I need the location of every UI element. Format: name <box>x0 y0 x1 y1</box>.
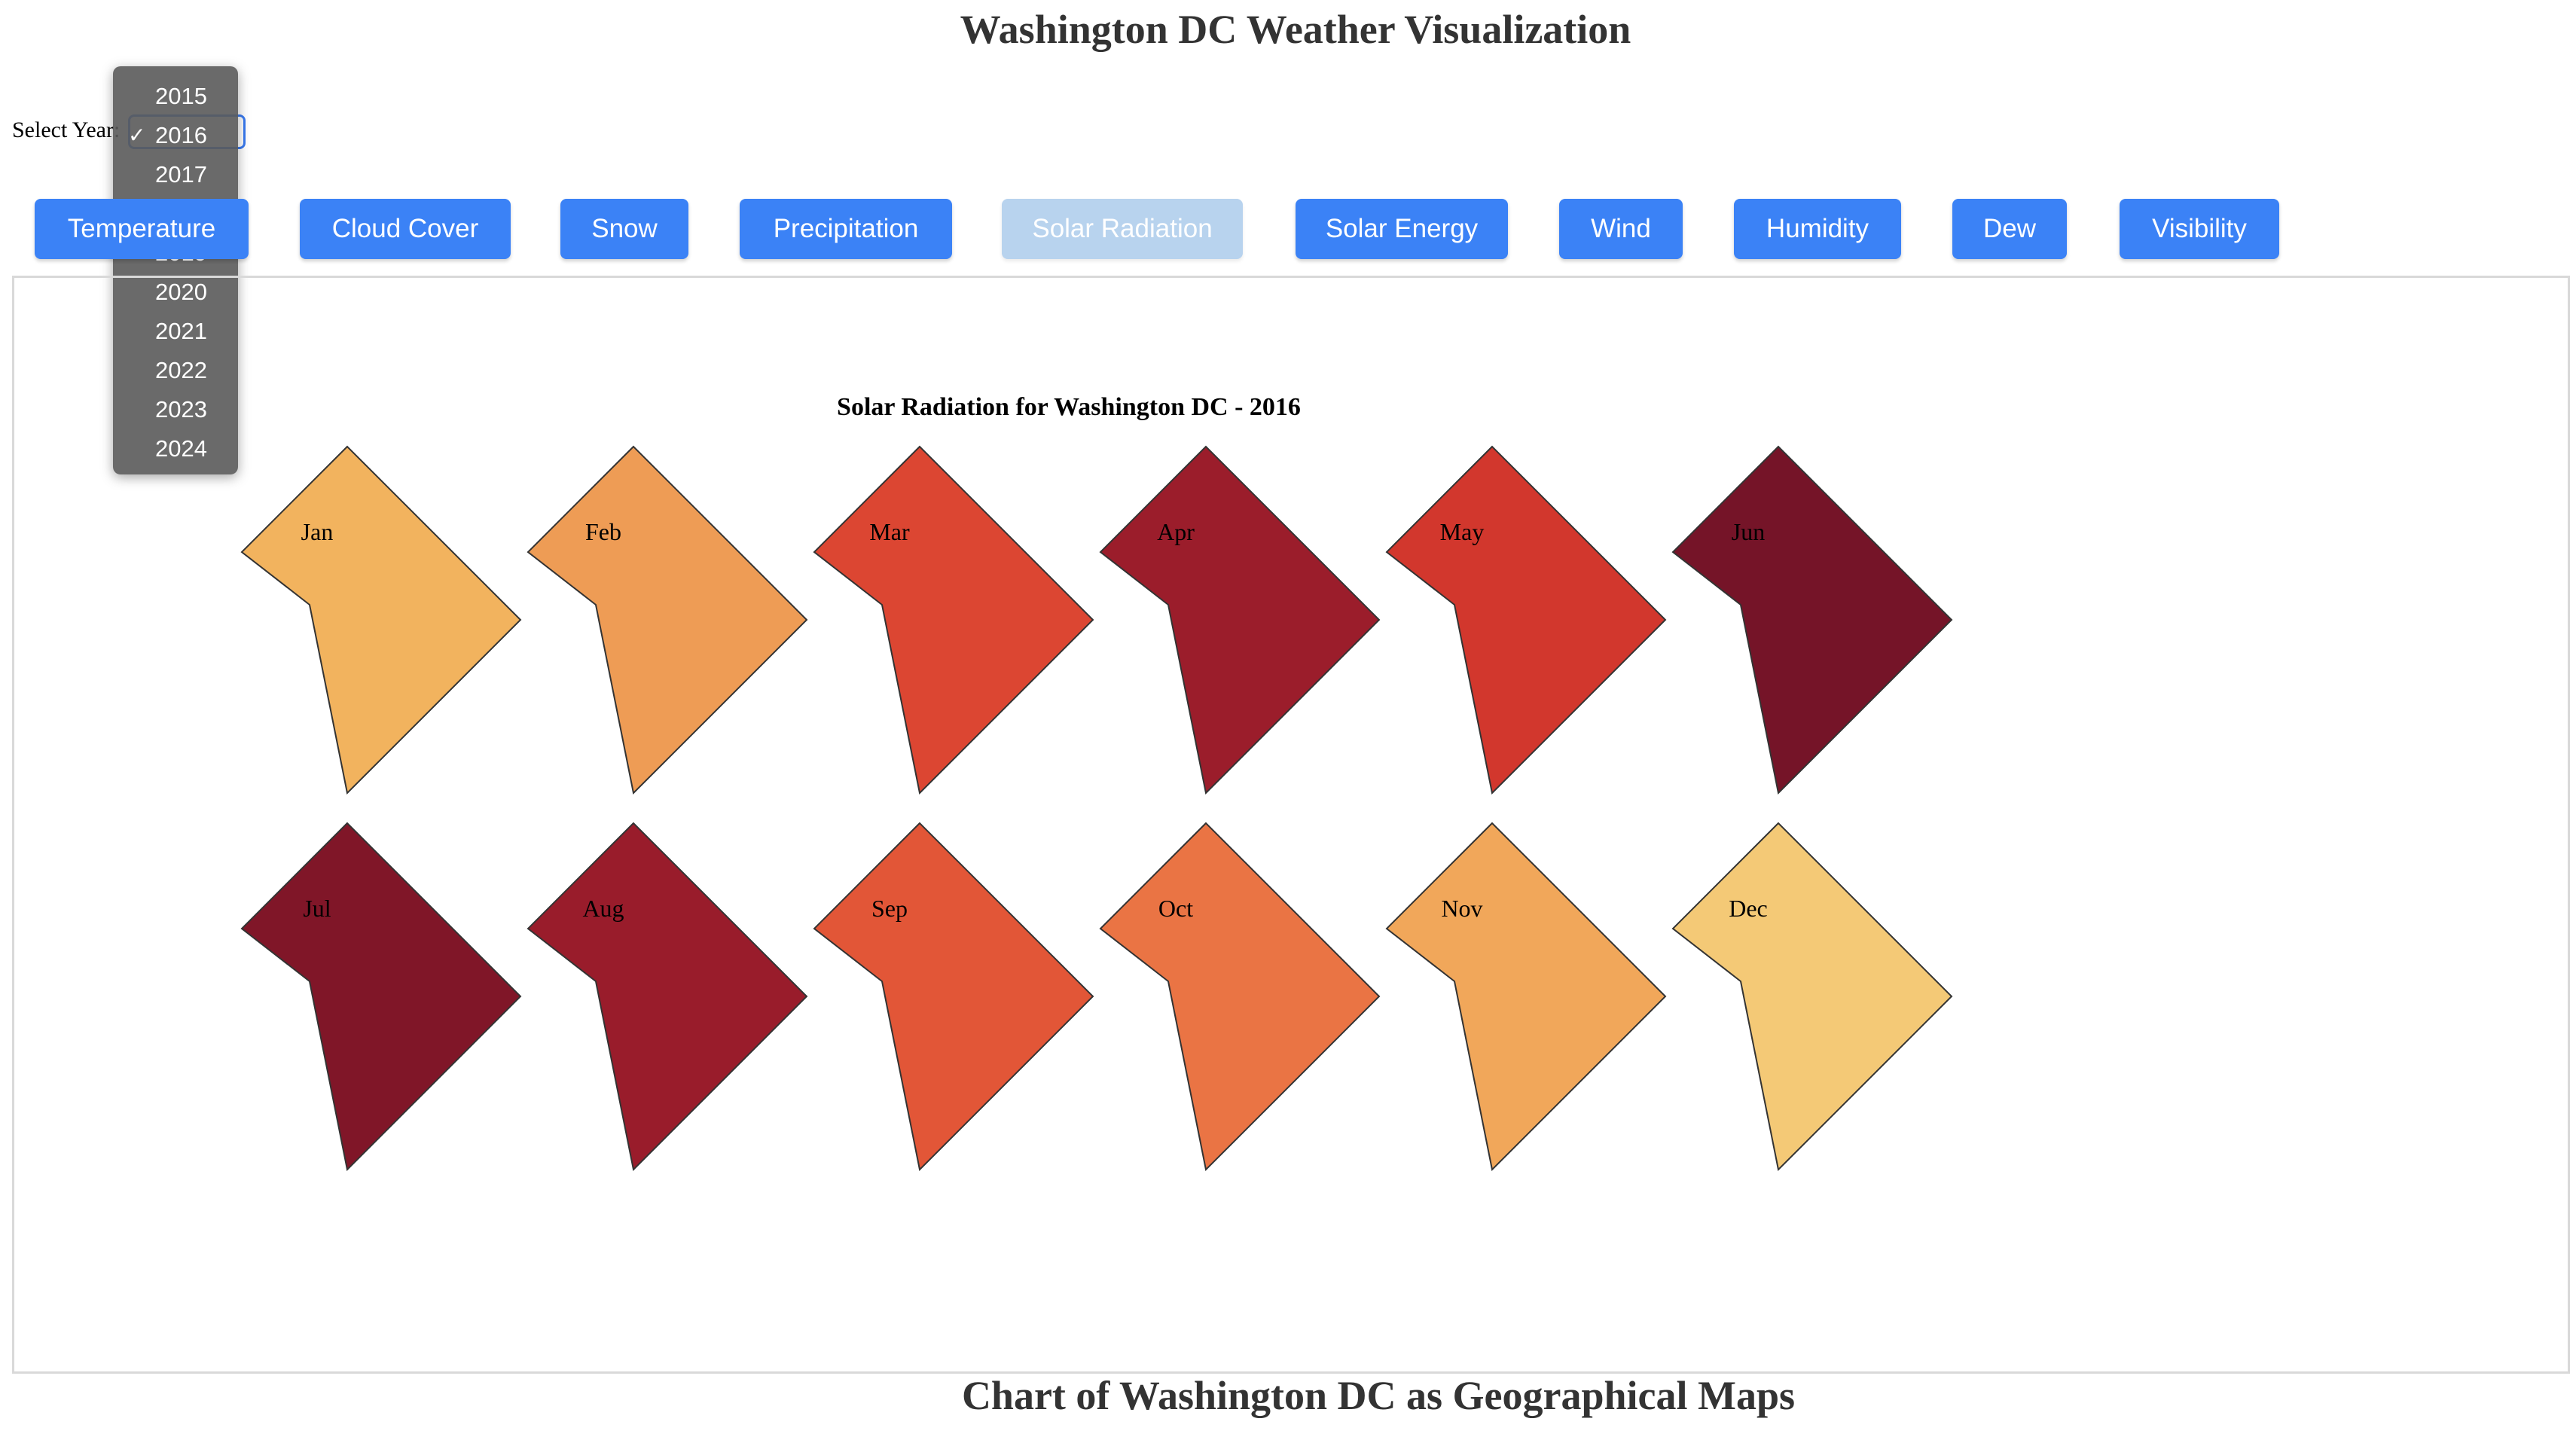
month-label: Nov <box>1441 895 1482 922</box>
month-label: Jul <box>303 895 331 922</box>
month-map-sep <box>813 822 1094 1172</box>
check-icon: ✓ <box>128 124 146 147</box>
month-map-feb <box>526 445 808 795</box>
metric-button-wind[interactable]: Wind <box>1559 199 1683 259</box>
year-option-2017[interactable]: 2017 <box>113 155 238 194</box>
month-label: Mar <box>869 518 910 545</box>
metric-button-dew[interactable]: Dew <box>1952 199 2067 259</box>
month-label: Jun <box>1732 518 1765 545</box>
month-map-jan <box>240 445 522 795</box>
metric-button-humidity[interactable]: Humidity <box>1734 199 1901 259</box>
month-map-mar <box>813 445 1094 795</box>
month-map-jun <box>1671 445 1953 795</box>
month-map-dec <box>1671 822 1953 1172</box>
month-label: Feb <box>585 518 621 545</box>
month-label: Jan <box>301 518 334 545</box>
chart-container: Solar Radiation for Washington DC - 2016… <box>12 276 2570 1374</box>
year-option-label: 2016 <box>155 122 207 148</box>
month-map-may <box>1385 445 1667 795</box>
month-label: Dec <box>1729 895 1768 922</box>
month-map-oct <box>1099 822 1381 1172</box>
year-option-label: 2015 <box>155 83 207 109</box>
year-option-2015[interactable]: 2015 <box>113 77 238 116</box>
year-option-label: 2017 <box>155 161 207 188</box>
metric-button-cloud-cover[interactable]: Cloud Cover <box>300 199 511 259</box>
month-map-aug <box>526 822 808 1172</box>
month-label: Apr <box>1157 518 1195 545</box>
footer-title: Chart of Washington DC as Geographical M… <box>961 1373 1796 1418</box>
month-label: Sep <box>871 895 908 922</box>
chart-title: Solar Radiation for Washington DC - 2016 <box>837 393 1301 421</box>
metric-button-snow[interactable]: Snow <box>560 199 688 259</box>
year-label: Select Year: <box>12 117 121 142</box>
page-title: Washington DC Weather Visualization <box>960 7 1631 52</box>
month-label: Aug <box>582 895 624 922</box>
metric-button-solar-radiation[interactable]: Solar Radiation <box>1002 199 1243 259</box>
metric-button-solar-energy[interactable]: Solar Energy <box>1296 199 1508 259</box>
metric-button-visibility[interactable]: Visibility <box>2120 199 2279 259</box>
month-label: May <box>1440 518 1485 545</box>
month-map-jul <box>240 822 522 1172</box>
month-label: Oct <box>1158 895 1193 922</box>
metric-button-temperature[interactable]: Temperature <box>35 199 249 259</box>
month-maps: Jan Feb Mar Apr May Jun Jul Aug Sep Oct Nov Dec <box>240 445 1953 1172</box>
month-map-apr <box>1099 445 1381 795</box>
chart-svg: Solar Radiation for Washington DC - 2016… <box>240 393 1953 1172</box>
month-map-nov <box>1385 822 1667 1172</box>
year-option-2016[interactable]: ✓ 2016 <box>113 116 238 155</box>
metric-button-precipitation[interactable]: Precipitation <box>740 199 952 259</box>
metric-button-bar: Temperature Cloud Cover Snow Precipitation S… <box>0 199 2576 261</box>
